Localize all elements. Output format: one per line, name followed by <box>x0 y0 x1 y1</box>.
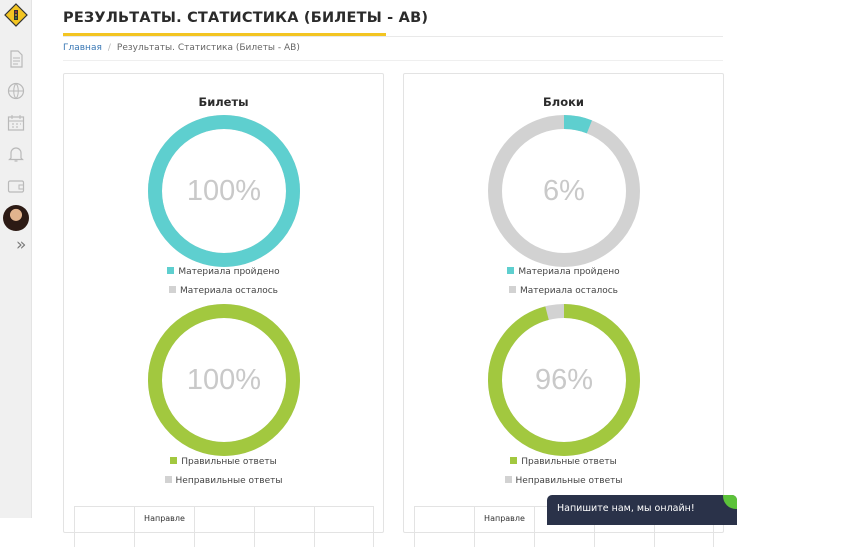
legend-swatch-gray <box>509 286 516 293</box>
correctness-legend: Правильные ответы Неправильные ответы <box>64 453 383 491</box>
legend-item-remaining: Материала осталось <box>404 282 723 301</box>
legend-item-done: Материала пройдено <box>64 263 383 282</box>
legend-label: Материала осталось <box>520 286 618 296</box>
legend-swatch-gray <box>504 476 512 483</box>
legend-label: Материала осталось <box>180 286 278 296</box>
road-sign-logo-icon[interactable] <box>4 3 28 27</box>
legend-label: Материала пройдено <box>518 267 620 277</box>
legend-swatch-green <box>510 457 518 464</box>
legend-swatch-teal <box>507 267 515 274</box>
breadcrumb: Главная / Результаты. Статистика (Билеты -… <box>63 43 300 53</box>
progress-donut-chart: 6% <box>488 115 640 267</box>
legend-label: Материала пройдено <box>178 267 280 277</box>
table-header-label: Направле <box>484 514 525 523</box>
avatar[interactable] <box>3 205 29 231</box>
divider <box>63 36 723 37</box>
table-header-cell <box>254 507 314 547</box>
legend-item-correct: Правильные ответы <box>404 453 723 472</box>
correctness-donut-chart: 96% <box>488 304 640 456</box>
legend-swatch-teal <box>167 267 175 274</box>
progress-percent: 100% <box>186 175 262 207</box>
breadcrumb-home-link[interactable]: Главная <box>63 43 102 53</box>
blocks-stats-panel: Блоки 6% Материала пройдено Материала ос… <box>403 73 724 547</box>
legend-swatch-green <box>170 457 178 464</box>
legend-swatch-gray <box>169 286 176 293</box>
correctness-percent: 100% <box>186 364 262 396</box>
page-title: РЕЗУЛЬТАТЫ. СТАТИСТИКА (БИЛЕТЫ - АВ) <box>63 10 429 26</box>
progress-donut-chart: 100% <box>148 115 300 267</box>
correctness-donut-chart: 100% <box>148 304 300 456</box>
legend-item-wrong: Неправильные ответы <box>404 472 723 491</box>
bell-icon[interactable] <box>7 145 25 163</box>
double-chevron-right-icon[interactable]: » <box>16 236 26 254</box>
legend-swatch-gray <box>164 476 172 483</box>
panel-title: Блоки <box>543 95 584 109</box>
correctness-legend: Правильные ответы Неправильные ответы <box>404 453 723 491</box>
chat-widget-button[interactable]: Напишите нам, мы онлайн! <box>547 495 737 525</box>
progress-legend: Материала пройдено Материала осталось <box>64 263 383 301</box>
legend-item-done: Материала пройдено <box>404 263 723 282</box>
table-header-cell <box>74 507 134 547</box>
progress-legend: Материала пройдено Материала осталось <box>404 263 723 301</box>
correctness-percent: 96% <box>534 364 594 396</box>
table-header-cell: Направле <box>134 507 194 547</box>
sidebar: » <box>0 0 32 518</box>
legend-label: Правильные ответы <box>181 457 277 467</box>
chat-label: Напишите нам, мы онлайн! <box>557 503 695 514</box>
breadcrumb-separator: / <box>107 43 111 53</box>
legend-item-wrong: Неправильные ответы <box>64 472 383 491</box>
table-header-cell <box>314 507 374 547</box>
calendar-icon[interactable] <box>7 114 25 132</box>
stats-table-header: Направле <box>74 506 374 547</box>
progress-percent: 6% <box>543 175 585 207</box>
table-header-cell <box>194 507 254 547</box>
panel-title: Билеты <box>198 95 249 109</box>
legend-label: Неправильные ответы <box>515 476 623 486</box>
wallet-icon[interactable] <box>7 177 25 195</box>
table-header-label: Направле <box>144 514 185 523</box>
table-header-cell: Направле <box>474 507 534 547</box>
online-status-icon <box>723 495 737 509</box>
legend-label: Правильные ответы <box>521 457 617 467</box>
breadcrumb-current: Результаты. Статистика (Билеты - АВ) <box>116 43 300 53</box>
divider <box>63 60 723 61</box>
globe-icon[interactable] <box>7 82 25 100</box>
table-header-cell <box>414 507 474 547</box>
document-icon[interactable] <box>7 50 25 68</box>
legend-item-correct: Правильные ответы <box>64 453 383 472</box>
tickets-stats-panel: Билеты 100% Материала пройдено Материала… <box>63 73 384 547</box>
legend-label: Неправильные ответы <box>175 476 283 486</box>
legend-item-remaining: Материала осталось <box>64 282 383 301</box>
